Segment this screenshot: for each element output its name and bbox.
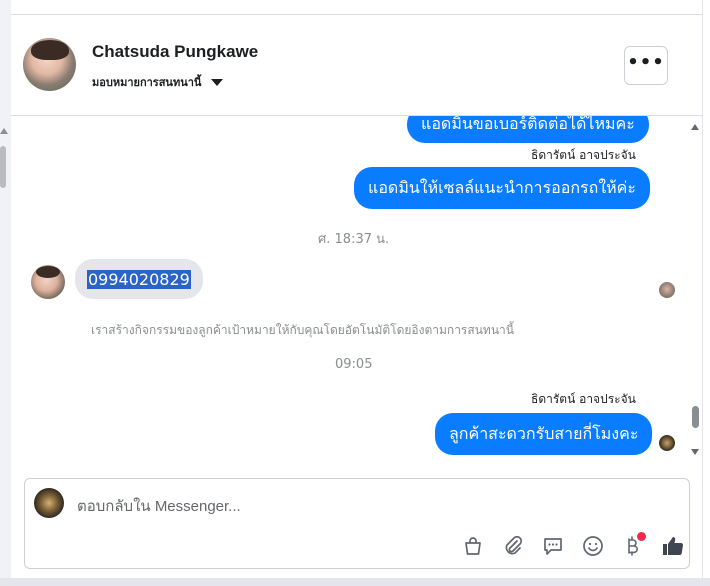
assign-conversation-dropdown[interactable]: มอบหมายการสนทนานี้ bbox=[92, 73, 224, 91]
outgoing-message[interactable]: ลูกค้าสะดวกรับสายกี่โมงคะ bbox=[435, 413, 653, 455]
contact-avatar[interactable] bbox=[23, 38, 76, 91]
system-note: เราสร้างกิจกรรมของลูกค้าเป้าหมายให้กับคุ… bbox=[91, 323, 514, 337]
message-timestamp: 09:05 bbox=[335, 357, 373, 372]
page-avatar bbox=[34, 488, 64, 518]
sender-name: ธิดารัตน์ อาจประจัน bbox=[531, 148, 636, 162]
contact-name[interactable]: Chatsuda Pungkawe bbox=[92, 42, 258, 62]
more-dots-icon: ••• bbox=[627, 51, 665, 73]
selected-phone-number[interactable]: 0994020829 bbox=[87, 269, 191, 289]
scroll-up-arrow[interactable] bbox=[691, 124, 699, 130]
reply-input[interactable] bbox=[77, 495, 637, 517]
left-panel-edge bbox=[0, 0, 11, 586]
composer-toolbar bbox=[453, 531, 693, 561]
right-panel-edge bbox=[702, 0, 710, 586]
left-scrollbar-thumb[interactable] bbox=[0, 146, 6, 188]
scroll-down-arrow[interactable] bbox=[691, 449, 699, 455]
assign-conversation-label: มอบหมายการสนทนานี้ bbox=[92, 76, 202, 89]
seen-avatar-icon bbox=[659, 282, 675, 298]
baht-payment-icon[interactable] bbox=[613, 531, 653, 561]
thumbs-up-icon[interactable] bbox=[653, 531, 693, 561]
outgoing-message[interactable]: แอดมินให้เซลล์แนะนำการออกรถให้ค่ะ bbox=[354, 167, 650, 209]
contact-avatar-small[interactable] bbox=[31, 265, 65, 299]
message-timestamp: ศ. 18:37 น. bbox=[318, 232, 390, 247]
outgoing-message[interactable]: แอดมินขอเบอร์ติดต่อได้ไหมคะ bbox=[407, 116, 649, 143]
emoji-icon[interactable] bbox=[573, 531, 613, 561]
page-seen-avatar-icon bbox=[659, 435, 675, 451]
saved-reply-icon[interactable] bbox=[533, 531, 573, 561]
notification-dot bbox=[637, 532, 646, 541]
bottom-edge bbox=[0, 578, 710, 586]
incoming-message[interactable]: 0994020829 bbox=[75, 259, 203, 299]
paperclip-icon[interactable] bbox=[493, 531, 533, 561]
message-composer bbox=[24, 478, 690, 569]
more-options-button[interactable]: ••• bbox=[624, 46, 668, 85]
sender-name: ธิดารัตน์ อาจประจัน bbox=[531, 392, 636, 406]
conversation-header: Chatsuda Pungkawe มอบหมายการสนทนานี้ ••• bbox=[11, 15, 702, 116]
caret-down-icon bbox=[211, 78, 224, 86]
message-thread: แอดมินขอเบอร์ติดต่อได้ไหมคะ ธิดารัตน์ อา… bbox=[11, 116, 691, 462]
scrollbar-thumb[interactable] bbox=[692, 406, 699, 428]
left-scroll-up-arrow[interactable] bbox=[0, 128, 8, 134]
shopping-bag-icon[interactable] bbox=[453, 531, 493, 561]
